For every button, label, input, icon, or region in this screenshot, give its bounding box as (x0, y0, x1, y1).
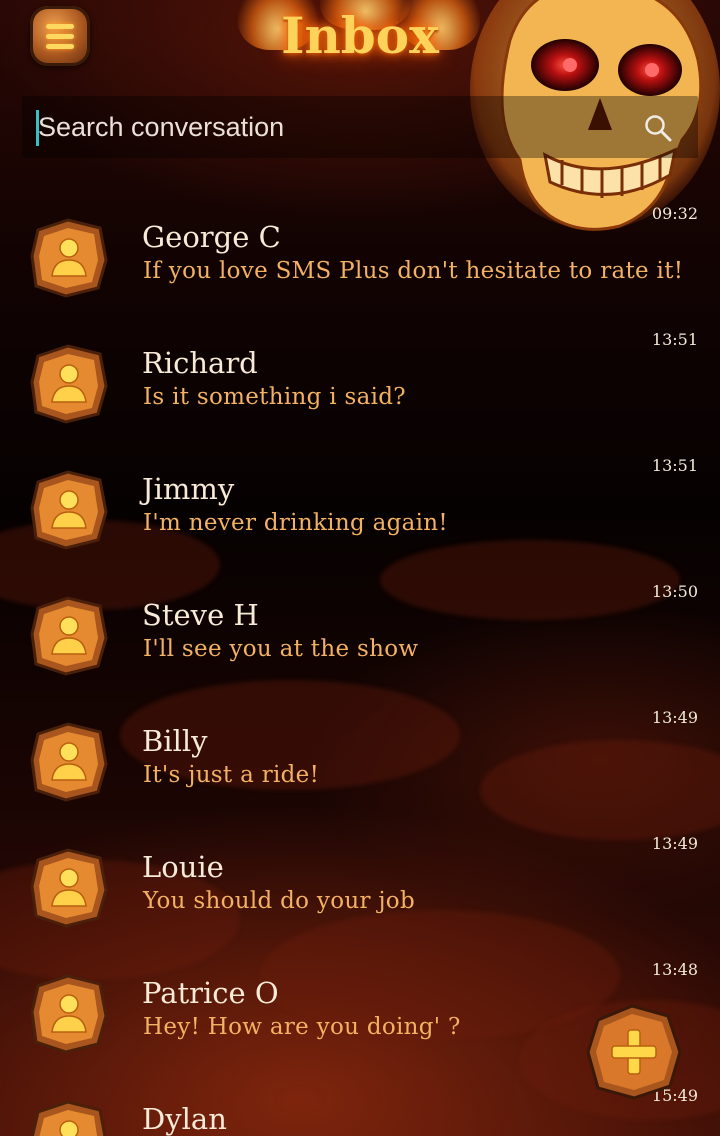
message-time: 13:49 (651, 834, 698, 853)
message-preview: It's just a ride! (143, 762, 320, 788)
message-preview: Is it something i said? (143, 384, 406, 410)
message-preview: Hey! How are you doing' ? (143, 1014, 461, 1040)
contact-name: Steve H (142, 598, 259, 632)
contact-avatar-icon (30, 218, 108, 298)
new-message-button[interactable] (584, 1002, 684, 1102)
message-time: 13:51 (651, 456, 698, 475)
conversation-item[interactable]: Billy It's just a ride! 13:49 (0, 706, 720, 832)
contact-name: Richard (142, 346, 258, 380)
contact-avatar-icon (30, 1100, 107, 1136)
contact-avatar-icon (30, 344, 108, 424)
message-preview: I'll see you at the show (143, 636, 419, 662)
conversation-item[interactable]: Louie You should do your job 13:49 (0, 832, 720, 958)
message-time: 13:50 (651, 582, 698, 601)
message-time: 13:48 (651, 960, 698, 979)
conversation-item[interactable]: Steve H I'll see you at the show 13:50 (0, 580, 720, 706)
contact-name: Jimmy (142, 472, 235, 506)
message-time: 13:51 (651, 330, 698, 349)
message-time: 13:49 (651, 708, 698, 727)
page-title: Inbox (281, 6, 439, 65)
contact-name: Dylan (142, 1102, 227, 1136)
conversation-item[interactable]: George C If you love SMS Plus don't hesi… (0, 202, 720, 328)
search-icon[interactable] (644, 114, 672, 142)
message-preview: If you love SMS Plus don't hesitate to r… (143, 258, 684, 284)
contact-name: Louie (142, 850, 224, 884)
conversation-item[interactable]: Richard Is it something i said? 13:51 (0, 328, 720, 454)
contact-avatar-icon (30, 470, 108, 550)
menu-button[interactable] (30, 6, 90, 66)
search-input[interactable]: Search conversation (38, 96, 284, 158)
contact-avatar-icon (30, 722, 108, 802)
message-time: 09:32 (651, 204, 698, 223)
contact-name: Patrice O (142, 976, 279, 1010)
contact-avatar-icon (30, 596, 108, 676)
contact-avatar-icon (30, 848, 108, 928)
contact-name: Billy (142, 724, 208, 758)
conversation-item[interactable]: Jimmy I'm never drinking again! 13:51 (0, 454, 720, 580)
contact-name: George C (142, 220, 281, 254)
search-bar[interactable]: Search conversation (22, 96, 698, 158)
message-preview: You should do your job (143, 888, 415, 914)
contact-avatar-icon (30, 974, 108, 1054)
message-preview: I'm never drinking again! (143, 510, 448, 536)
